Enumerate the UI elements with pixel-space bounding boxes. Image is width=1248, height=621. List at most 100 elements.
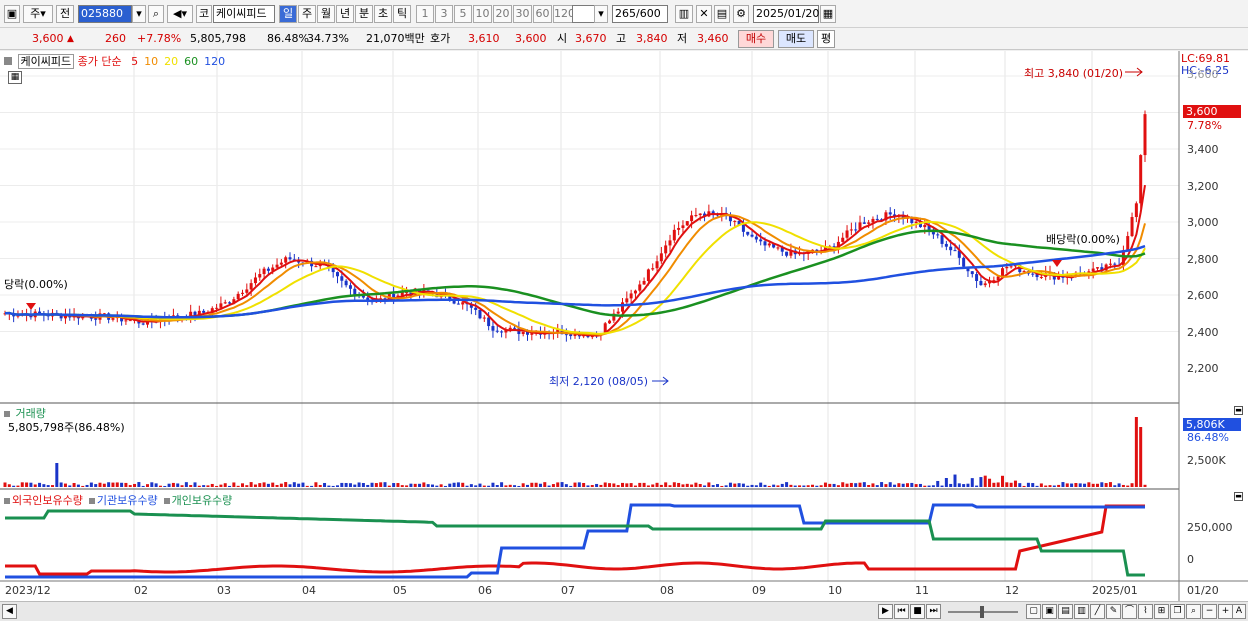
first-page-icon[interactable]: ⏮	[894, 604, 909, 619]
volume-bar	[29, 482, 33, 487]
volume-bar	[543, 482, 547, 487]
date-input[interactable]: 2025/01/20	[753, 5, 819, 23]
volume-bar	[1113, 485, 1117, 487]
scroll-right-icon[interactable]: ▶	[878, 604, 893, 619]
volume-bar	[664, 482, 668, 487]
zoom-search-icon[interactable]: ⌕	[1186, 604, 1201, 619]
code-dropdown-icon[interactable]: ▾	[132, 5, 146, 23]
zoom-out-icon[interactable]: −	[1202, 604, 1217, 619]
count-input[interactable]: 265/600	[612, 5, 668, 23]
copy-icon[interactable]: ❐	[1170, 604, 1185, 619]
candle-body	[785, 251, 789, 256]
save-icon[interactable]: ▤	[714, 5, 730, 23]
candle-body	[621, 302, 624, 312]
period-tab-0[interactable]: 일	[279, 5, 297, 23]
volume-bar	[893, 484, 897, 487]
last-page-icon[interactable]: ⏭	[926, 604, 941, 619]
scroll-left-icon[interactable]: ◀	[2, 604, 17, 619]
volume-bar	[1065, 483, 1069, 487]
volume-bar	[16, 485, 20, 487]
draw-line-icon[interactable]: ╱	[1090, 604, 1105, 619]
ask1: 3,610	[468, 32, 500, 45]
candle-body	[944, 243, 948, 247]
layout2-icon[interactable]: ▣	[1042, 604, 1057, 619]
market-select[interactable]: 주▾	[23, 5, 53, 23]
volume-bar	[823, 482, 827, 487]
volume-bar	[690, 484, 694, 487]
period-tab-3[interactable]: 년	[336, 5, 354, 23]
table-icon[interactable]: ▦	[8, 71, 22, 84]
scroll-bar[interactable]: ◀ ▶ ⏮ ■ ⏭ ▢ ▣ ▤ ▥ ╱ ✎ ⌒ ⌇ ⊞ ❐ ⌕ − + A	[0, 601, 1248, 621]
period-tab-6[interactable]: 틱	[393, 5, 411, 23]
zoom-in-icon[interactable]: +	[1218, 604, 1233, 619]
volume-bar	[1091, 483, 1095, 487]
sort-button[interactable]: 코	[196, 5, 212, 23]
volume-bar	[245, 485, 249, 487]
interval-button-20[interactable]: 20	[493, 5, 512, 23]
buy-button[interactable]: 매수	[738, 30, 774, 48]
period-tab-5[interactable]: 초	[374, 5, 392, 23]
volume-bar	[1100, 482, 1104, 487]
volume-bar	[711, 485, 715, 487]
interval-button-1[interactable]: 1	[416, 5, 434, 23]
chart-area[interactable]: 케이씨피드 종가 단순 5 10 20 60 120 ▦ LC:69.81 HC:-6.…	[0, 51, 1248, 601]
zoom-slider-handle[interactable]	[980, 606, 984, 618]
cross-icon[interactable]: ✕	[696, 5, 712, 23]
volume-bar	[193, 482, 197, 487]
candle-icon[interactable]: ▥	[675, 5, 693, 23]
speaker-icon[interactable]: ◀▾	[167, 5, 193, 23]
stop-icon[interactable]: ■	[910, 604, 925, 619]
draw-tool3-icon[interactable]: ⌇	[1138, 604, 1153, 619]
draw-tool-icon[interactable]: ✎	[1106, 604, 1121, 619]
interval-button-60[interactable]: 60	[533, 5, 552, 23]
volume-bar	[940, 485, 944, 487]
volume-bar	[953, 474, 957, 487]
window-icon[interactable]: ▣	[4, 5, 20, 23]
volume-bar	[1104, 483, 1108, 487]
candle-body	[962, 257, 966, 267]
volume-bar	[983, 475, 987, 487]
chart-canvas[interactable]	[0, 51, 1248, 601]
layout4-icon[interactable]: ▥	[1074, 604, 1089, 619]
interval-button-3[interactable]: 3	[435, 5, 453, 23]
volume-bar	[435, 485, 439, 487]
gear-icon[interactable]: ⚙	[733, 5, 749, 23]
volume-bar	[150, 482, 154, 487]
volume-axis-marker: 5,806K	[1183, 418, 1241, 431]
interval-button-5[interactable]: 5	[454, 5, 472, 23]
ex-dividend-marker	[1052, 260, 1062, 267]
stock-code-input[interactable]: 025880	[78, 5, 132, 23]
period-tab-4[interactable]: 분	[355, 5, 373, 23]
sell-button[interactable]: 매도	[778, 30, 814, 48]
prev-button[interactable]: 전	[56, 5, 74, 23]
volume-bar	[314, 482, 318, 487]
period-tab-1[interactable]: 주	[298, 5, 316, 23]
candle-body	[975, 274, 979, 281]
price-tick: 2,600	[1187, 289, 1219, 302]
volume-bar	[249, 482, 253, 487]
stock-label[interactable]: 케이씨피드	[17, 54, 75, 69]
layout1-icon[interactable]: ▢	[1026, 604, 1041, 619]
low-label: 저	[677, 32, 688, 45]
interval-button-30[interactable]: 30	[513, 5, 532, 23]
volume-ratio: 86.48%	[267, 32, 309, 45]
flat-button[interactable]: 평	[817, 30, 835, 48]
pane-close-icon[interactable]: ▬	[1234, 406, 1243, 415]
period-tab-2[interactable]: 월	[317, 5, 335, 23]
ma-period-120: 120	[204, 55, 226, 68]
search-icon[interactable]: ⌕	[148, 5, 164, 23]
interval-button-10[interactable]: 10	[473, 5, 492, 23]
candle-body	[733, 220, 737, 222]
font-size-icon[interactable]: A	[1232, 604, 1246, 619]
calendar-icon[interactable]: ▦	[820, 5, 836, 23]
interval-dropdown-icon[interactable]: ▾	[594, 5, 608, 23]
layout3-icon[interactable]: ▤	[1058, 604, 1073, 619]
volume-bar	[1001, 475, 1004, 487]
volume-bar	[936, 480, 940, 487]
volume-bar	[897, 483, 901, 487]
draw-tool4-icon[interactable]: ⊞	[1154, 604, 1169, 619]
pane-close-icon[interactable]: ▬	[1234, 492, 1243, 501]
draw-tool2-icon[interactable]: ⌒	[1122, 604, 1137, 619]
volume-bar	[642, 482, 646, 487]
open-price: 3,670	[575, 32, 607, 45]
